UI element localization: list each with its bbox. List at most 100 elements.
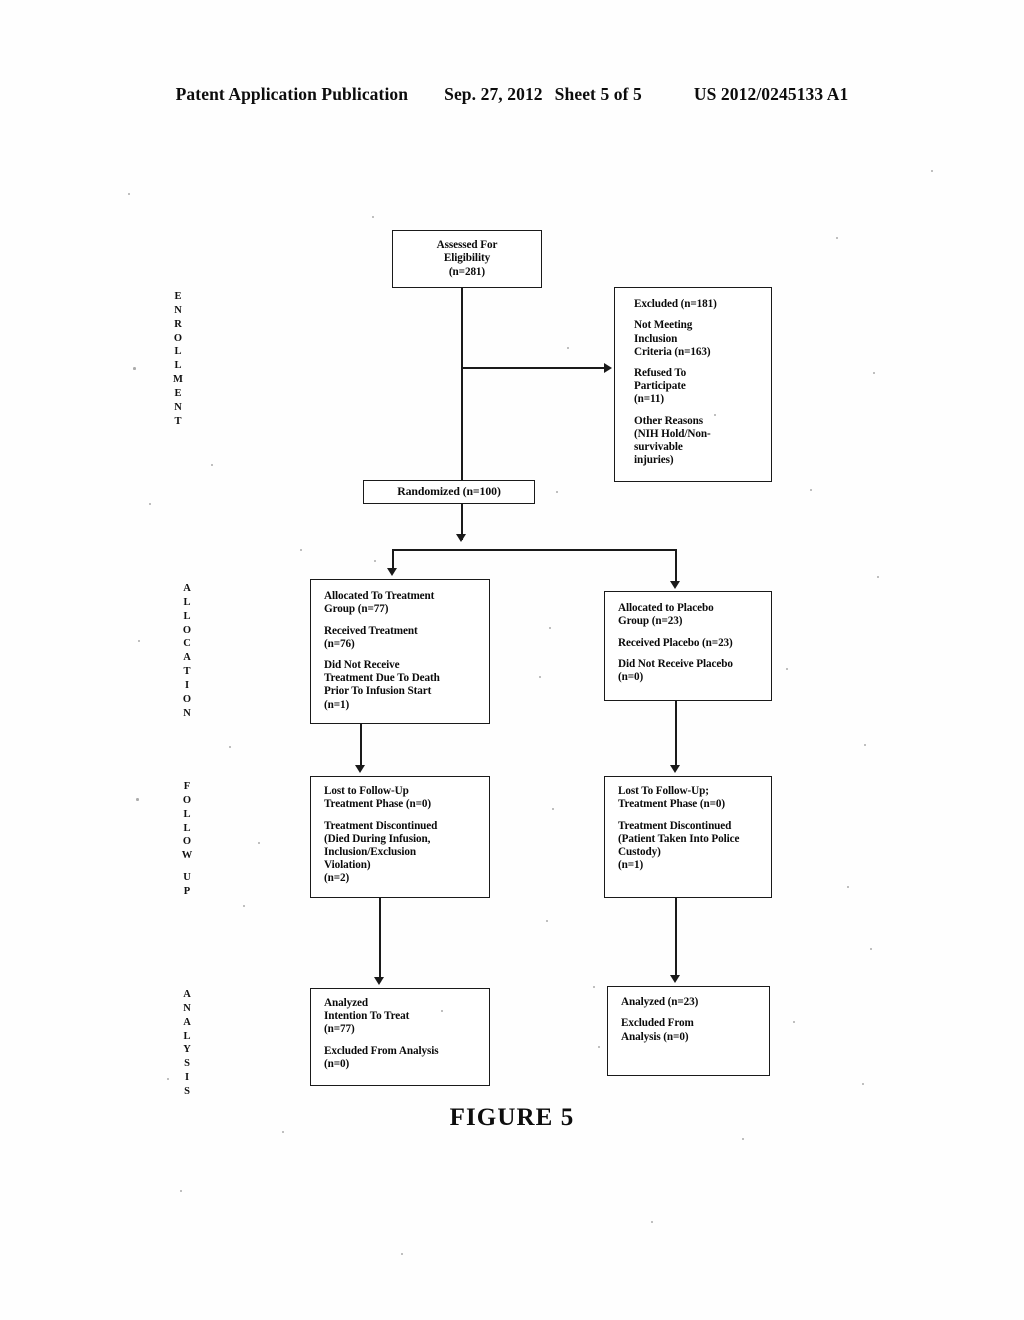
connector-follow-to-analysis-placebo (675, 898, 677, 980)
node-follow-up-treatment: Lost to Follow-Up Treatment Phase (n=0) … (310, 776, 490, 898)
node-randomized: Randomized (n=100) (363, 480, 535, 504)
scan-speck (167, 1078, 170, 1081)
scan-speck (598, 1046, 600, 1048)
scan-speck (180, 1190, 183, 1193)
scan-speck (651, 1221, 654, 1224)
scan-speck (877, 576, 880, 579)
follow-placebo-line-2: Treatment Phase (n=0) (618, 798, 726, 811)
scan-speck (149, 503, 152, 506)
follow-treatment-line-5: Inclusion/Exclusion (324, 845, 416, 858)
node-assessed-for-eligibility: Assessed For Eligibility (n=281) (392, 230, 542, 288)
node-analysis-treatment: Analyzed Intention To Treat (n=77) Exclu… (310, 988, 490, 1086)
arrow-right-icon-excluded (604, 363, 612, 373)
scan-speck (136, 798, 139, 801)
assessed-line-3: (n=281) (448, 265, 486, 278)
scan-speck (847, 886, 850, 889)
connector-alloc-to-follow-placebo (675, 701, 677, 770)
arrow-down-icon-alloc-placebo (670, 581, 680, 589)
analysis-treatment-line-2: Intention To Treat (324, 1010, 410, 1023)
scan-speck (836, 237, 839, 240)
excluded-reason2-line2: Participate (634, 380, 686, 393)
header-sheet-number: Sheet 5 of 5 (554, 84, 642, 104)
analysis-treatment-line-3: (n=77) (324, 1023, 355, 1036)
alloc-treatment-line-4: (n=76) (324, 637, 355, 650)
analysis-placebo-line-2: Excluded From (621, 1017, 694, 1030)
scan-speck (451, 268, 453, 270)
publication-header: Patent Application Publication Sep. 27, … (0, 84, 1024, 105)
alloc-placebo-line-1: Allocated to Placebo (618, 602, 714, 614)
alloc-placebo-line-2: Group (n=23) (618, 615, 683, 628)
alloc-placebo-line-3: Received Placebo (n=23) (618, 636, 733, 649)
excluded-reason3-line4: injuries) (634, 454, 674, 467)
alloc-treatment-line-1: Allocated To Treatment (324, 590, 435, 602)
scan-speck (441, 1010, 443, 1012)
phase-label-analysis: ANALYSIS (183, 989, 191, 1098)
follow-placebo-line-5: Custody) (618, 845, 661, 858)
randomized-text: Randomized (n=100) (397, 484, 501, 499)
excluded-reason1-line3: Criteria (n=163) (634, 345, 711, 358)
scan-speck (128, 193, 131, 196)
excluded-heading: Excluded (n=181) (634, 298, 717, 310)
arrow-down-icon-alloc-treatment (387, 568, 397, 576)
follow-treatment-line-1: Lost to Follow-Up (324, 785, 409, 797)
connector-follow-to-analysis-treatment (379, 898, 381, 982)
excluded-reason3-line1: Other Reasons (634, 414, 704, 427)
arrow-down-icon-follow-treatment (355, 765, 365, 773)
scan-speck (374, 560, 377, 563)
header-patent-number: US 2012/0245133 A1 (693, 84, 849, 104)
follow-placebo-line-3: Treatment Discontinued (618, 819, 732, 832)
scan-speck (211, 464, 214, 467)
excluded-reason3-line3: survivable (634, 441, 683, 454)
scan-speck (229, 746, 232, 749)
analysis-placebo-line-1: Analyzed (n=23) (621, 996, 699, 1008)
connector-assessed-to-randomized (461, 288, 463, 480)
alloc-treatment-line-7: Prior To Infusion Start (324, 685, 432, 698)
analysis-treatment-line-4: Excluded From Analysis (324, 1044, 439, 1057)
scan-speck (870, 948, 873, 951)
alloc-treatment-line-3: Received Treatment (324, 624, 418, 637)
scan-speck (243, 905, 246, 908)
excluded-reason2-line3: (n=11) (634, 393, 665, 406)
phase-label-allocation: ALLOCATION (182, 583, 192, 719)
arrow-down-icon-randomized (456, 534, 466, 542)
node-follow-up-placebo: Lost To Follow-Up; Treatment Phase (n=0)… (604, 776, 772, 898)
node-allocated-placebo-group: Allocated to Placebo Group (n=23) Receiv… (604, 591, 772, 701)
scan-speck (282, 1131, 285, 1134)
assessed-line-2: Eligibility (443, 252, 491, 265)
analysis-placebo-line-3: Analysis (n=0) (621, 1030, 689, 1043)
follow-placebo-line-4: (Patient Taken Into Police (618, 832, 740, 845)
follow-placebo-line-6: (n=1) (618, 859, 644, 872)
excluded-reason1-line1: Not Meeting (634, 319, 693, 332)
scan-speck (714, 414, 716, 416)
scan-speck (401, 1253, 404, 1256)
alloc-treatment-line-8: (n=1) (324, 698, 350, 711)
scan-speck (742, 1138, 745, 1141)
analysis-treatment-line-1: Analyzed (324, 997, 368, 1009)
node-allocated-treatment-group: Allocated To Treatment Group (n=77) Rece… (310, 579, 490, 724)
node-excluded: Excluded (n=181) Not Meeting Inclusion C… (614, 287, 772, 482)
phase-label-enrollment: ENROLLMENT (173, 291, 183, 427)
follow-treatment-line-4: (Died During Infusion, (324, 832, 431, 845)
follow-treatment-line-7: (n=2) (324, 872, 350, 885)
phase-label-follow-up: FOLLOWUP (181, 781, 193, 897)
follow-treatment-line-2: Treatment Phase (n=0) (324, 798, 432, 811)
excluded-reason2-line1: Refused To (634, 367, 687, 379)
scan-speck (556, 491, 559, 494)
connector-to-placebo-branch (675, 549, 677, 583)
scan-speck (873, 372, 876, 375)
alloc-placebo-line-5: (n=0) (618, 671, 644, 683)
follow-treatment-line-3: Treatment Discontinued (324, 819, 438, 832)
scan-speck (786, 668, 789, 671)
arrow-down-icon-follow-placebo (670, 765, 680, 773)
header-publication-date: Sep. 27, 2012 (444, 84, 543, 104)
figure-caption: FIGURE 5 (449, 1104, 575, 1131)
assessed-line-1: Assessed For (436, 239, 498, 252)
node-analysis-placebo: Analyzed (n=23) Excluded From Analysis (… (607, 986, 770, 1076)
excluded-reason1-line2: Inclusion (634, 332, 678, 345)
scan-speck (864, 744, 867, 747)
connector-assessed-to-excluded-h (461, 367, 604, 369)
scan-speck (372, 216, 375, 219)
alloc-treatment-line-5: Did Not Receive (324, 659, 400, 671)
scan-speck (138, 640, 141, 643)
analysis-treatment-line-5: (n=0) (324, 1057, 350, 1070)
